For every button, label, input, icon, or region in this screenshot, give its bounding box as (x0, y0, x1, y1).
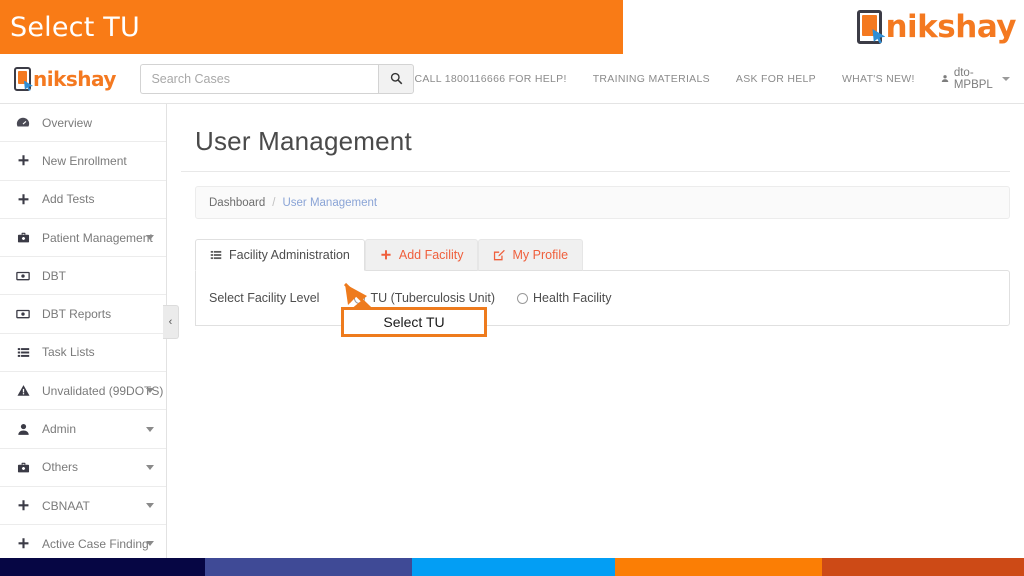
strip-segment-4 (615, 558, 822, 576)
tab-add-facility[interactable]: Add Facility (364, 239, 479, 271)
tab-bar: Facility Administration Add Facility My … (195, 239, 1010, 271)
annotation-callout-text: Select TU (383, 314, 445, 330)
list-icon (12, 346, 34, 359)
dashboard-icon (12, 116, 34, 130)
breadcrumb-current[interactable]: User Management (282, 197, 377, 209)
brand-name: nikshay (33, 66, 116, 91)
sidebar-item-label: Active Case Finding (42, 536, 149, 551)
sidebar-item-unvalidated-99dots[interactable]: Unvalidated (99DOTS) (0, 372, 166, 411)
sidebar-item-patient-management[interactable]: Patient Management (0, 219, 166, 258)
plus-icon (12, 154, 34, 167)
user-menu[interactable]: dto-MPBPL (941, 67, 1010, 91)
sidebar-item-dbt-reports[interactable]: DBT Reports (0, 295, 166, 334)
edit-icon (493, 249, 506, 261)
sidebar-collapse-toggle[interactable]: ‹ (163, 305, 179, 339)
list-icon (210, 249, 222, 261)
chevron-down-icon (146, 388, 154, 394)
plus-icon (12, 537, 34, 550)
nav-link-ask-for-help[interactable]: ASK FOR HELP (736, 73, 816, 85)
strip-segment-2 (205, 558, 412, 576)
user-icon (941, 75, 949, 83)
radio-label-health-facility: Health Facility (533, 291, 612, 305)
sidebar: Overview New Enrollment Add Tests Patien… (0, 104, 179, 564)
facility-card: Facility Administration Add Facility My … (195, 239, 1010, 326)
plus-icon (12, 499, 34, 512)
chevron-down-icon (146, 464, 154, 470)
select-facility-level-label: Select Facility Level (209, 291, 320, 305)
nav-link-call-help[interactable]: CALL 1800116666 FOR HELP! (414, 73, 566, 85)
sidebar-item-dbt[interactable]: DBT (0, 257, 166, 296)
strip-segment-1 (0, 558, 205, 576)
money-icon (12, 269, 34, 283)
strip-segment-3 (412, 558, 615, 576)
search-bar (140, 63, 415, 94)
breadcrumb: Dashboard / User Management (195, 186, 1010, 219)
nav-link-training-materials[interactable]: TRAINING MATERIALS (593, 73, 710, 85)
money-icon (12, 307, 34, 321)
radio-button-health-facility[interactable] (517, 292, 529, 304)
main-content: User Management Dashboard / User Managem… (167, 104, 1024, 558)
strip-segment-5 (822, 558, 1024, 576)
chevron-down-icon (1002, 76, 1010, 81)
plus-icon (12, 193, 34, 206)
sidebar-item-label: Add Tests (42, 192, 95, 207)
breadcrumb-dashboard[interactable]: Dashboard (209, 197, 265, 209)
warning-icon (12, 384, 34, 397)
sidebar-item-add-tests[interactable]: Add Tests (0, 181, 166, 219)
chevron-down-icon (146, 503, 154, 509)
sidebar-item-label: DBT (42, 268, 66, 283)
facility-level-panel: Select Facility Level TU (Tuberculosis U… (195, 270, 1010, 326)
user-name: dto-MPBPL (953, 66, 993, 91)
sidebar-item-new-enrollment[interactable]: New Enrollment (0, 142, 166, 181)
bottom-color-strip (0, 558, 1024, 576)
nikshay-logo-icon (14, 66, 31, 91)
tab-label: Add Facility (398, 248, 464, 262)
tab-facility-administration[interactable]: Facility Administration (195, 239, 365, 271)
page-title: User Management (195, 126, 412, 156)
nikshay-logo-overlay: nikshay (857, 6, 1016, 48)
sidebar-item-label: DBT Reports (42, 307, 112, 322)
brand-name-overlay: nikshay (885, 9, 1016, 45)
nikshay-logo-icon (857, 10, 883, 44)
instruction-banner: Select TU (0, 0, 623, 54)
user-icon (12, 423, 34, 436)
breadcrumb-separator: / (272, 196, 276, 209)
search-icon (390, 72, 403, 85)
sidebar-item-overview[interactable]: Overview (0, 104, 166, 143)
nikshay-user-management-screen: nikshay CALL 1800116666 FOR HELP! TRAINI… (0, 0, 1024, 576)
briefcase-icon (12, 461, 34, 474)
radio-option-health-facility[interactable]: Health Facility (517, 291, 612, 305)
sidebar-item-label: Patient Management (42, 230, 153, 245)
search-button[interactable] (378, 63, 415, 94)
sidebar-item-cbnaat[interactable]: CBNAAT (0, 487, 166, 526)
chevron-down-icon (146, 541, 154, 547)
title-divider (181, 171, 1010, 172)
instruction-banner-text: Select TU (10, 11, 140, 43)
tab-label: Facility Administration (229, 248, 350, 262)
chevron-down-icon (146, 426, 154, 432)
navbar-links: CALL 1800116666 FOR HELP! TRAINING MATER… (414, 67, 1024, 91)
search-input[interactable] (140, 63, 379, 94)
nav-link-whats-new[interactable]: WHAT'S NEW! (842, 73, 915, 85)
sidebar-item-admin[interactable]: Admin (0, 410, 166, 449)
tab-my-profile[interactable]: My Profile (478, 239, 584, 271)
sidebar-item-others[interactable]: Others (0, 449, 166, 487)
plus-icon (380, 249, 392, 261)
chevron-down-icon (146, 235, 154, 241)
sidebar-item-label: CBNAAT (42, 498, 90, 513)
nikshay-brand-logo[interactable]: nikshay (14, 62, 128, 96)
annotation-callout: Select TU (341, 307, 487, 337)
sidebar-item-label: Admin (42, 422, 77, 437)
sidebar-item-label: Others (42, 460, 79, 475)
sidebar-item-label: New Enrollment (42, 153, 127, 168)
tab-label: My Profile (512, 248, 569, 262)
top-navbar: nikshay CALL 1800116666 FOR HELP! TRAINI… (0, 54, 1024, 104)
sidebar-item-label: Task Lists (42, 345, 95, 360)
sidebar-item-task-lists[interactable]: Task Lists (0, 334, 166, 373)
briefcase-icon (12, 231, 34, 244)
sidebar-item-label: Overview (42, 115, 93, 130)
